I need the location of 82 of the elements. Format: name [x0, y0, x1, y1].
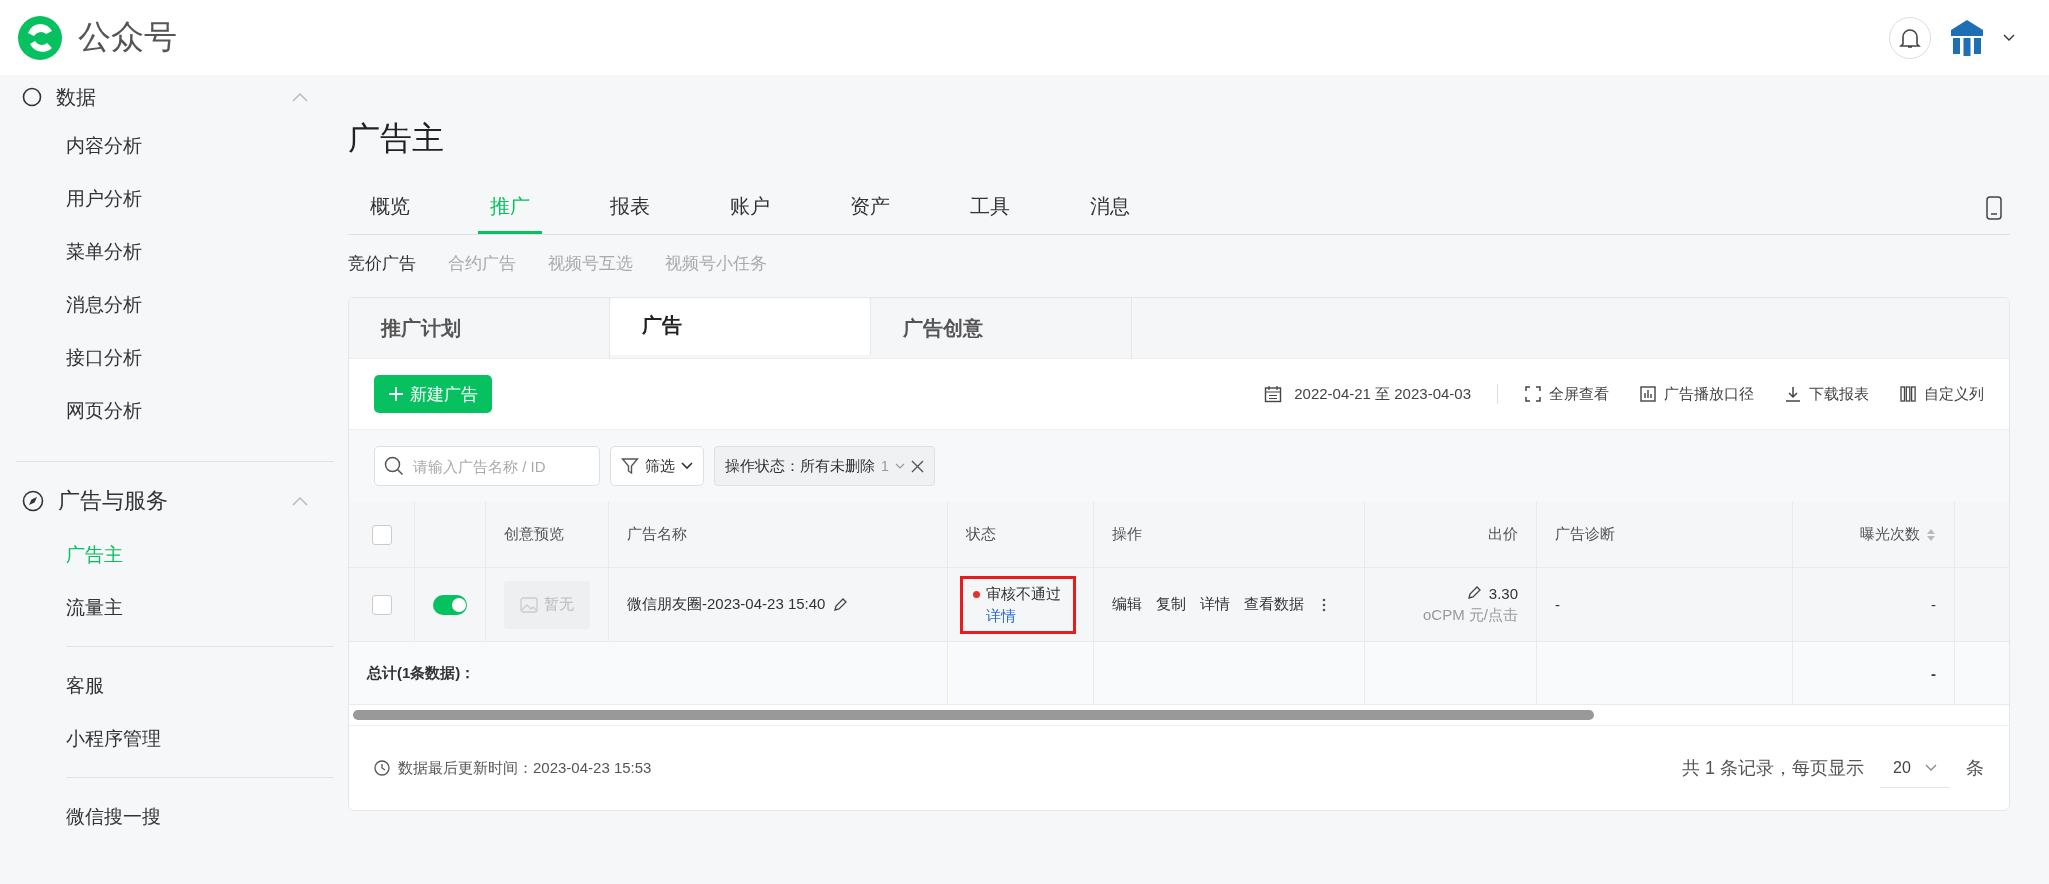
filter-chip-label[interactable]: 操作状态：所有未删除: [725, 456, 875, 476]
sidebar-item[interactable]: 内容分析: [16, 119, 334, 172]
record-summary: 共 1 条记录，每页显示: [1682, 757, 1864, 780]
sidebar-item[interactable]: 流量主: [16, 581, 334, 634]
bell-icon[interactable]: [1889, 16, 1931, 59]
column-header: 广告诊断: [1555, 525, 1615, 544]
filter-icon: [621, 457, 639, 475]
details-link[interactable]: 详情: [973, 606, 1061, 626]
sidebar-item[interactable]: 菜单分析: [16, 225, 334, 278]
phone-icon[interactable]: [1986, 196, 2002, 220]
pencil-icon[interactable]: [833, 597, 848, 612]
tab[interactable]: 资产: [850, 182, 890, 234]
clock-icon: [374, 760, 390, 776]
plus-icon: [388, 386, 404, 402]
page-size-unit: 条: [1966, 757, 1984, 780]
tab[interactable]: 账户: [730, 182, 770, 234]
total-label: 总计(1条数据)：: [367, 663, 476, 683]
toolbar-action[interactable]: 自定义列: [1899, 384, 1984, 404]
page-size-select[interactable]: 20: [1880, 748, 1950, 788]
filter-chip-count: 1: [881, 458, 889, 474]
total-impressions: -: [1931, 664, 1936, 682]
logo-icon: [16, 13, 64, 62]
row-action-link[interactable]: 复制: [1156, 595, 1186, 614]
column-header: 状态: [966, 525, 996, 544]
fullscreen-icon: [1524, 385, 1542, 403]
toolbar-action[interactable]: 下载报表: [1784, 384, 1869, 404]
sidebar-item[interactable]: 网页分析: [16, 384, 334, 437]
diagnosis-value: -: [1555, 596, 1560, 613]
column-header: 创意预览: [504, 525, 564, 544]
bid-value: 3.30: [1488, 584, 1518, 602]
sidebar-item[interactable]: 小程序管理: [16, 712, 334, 765]
sidebar-section-title[interactable]: 广告与服务: [58, 486, 168, 516]
columns-icon: [1899, 385, 1917, 403]
status-text: 审核不通过: [986, 584, 1061, 604]
image-icon: [520, 596, 538, 613]
filter-dropdown[interactable]: 筛选: [610, 446, 704, 486]
caret-icon[interactable]: [2003, 33, 2015, 42]
chevron-icon: [681, 462, 693, 470]
select-all-checkbox[interactable]: [371, 524, 392, 545]
sidebar-item[interactable]: 用户分析: [16, 172, 334, 225]
calendar-icon[interactable]: [1264, 385, 1283, 403]
toolbar-action[interactable]: 广告播放口径: [1639, 384, 1754, 404]
toolbar-action[interactable]: 全屏查看: [1524, 384, 1609, 404]
chevron-icon: [1924, 763, 1937, 772]
column-header: 出价: [1488, 525, 1518, 544]
tab[interactable]: 消息: [1090, 182, 1130, 234]
column-header[interactable]: 曝光次数: [1860, 525, 1920, 544]
search-field[interactable]: 请输入广告名称 / ID: [374, 446, 600, 486]
sidebar-item[interactable]: 接口分析: [16, 331, 334, 384]
app-name: 公众号: [78, 17, 177, 57]
sidebar-item[interactable]: 客服: [16, 659, 334, 712]
date-range[interactable]: 2022-04-21 至 2023-04-03: [1294, 384, 1471, 404]
card-tab[interactable]: 广告: [610, 298, 871, 355]
search-icon: [384, 456, 404, 476]
tab[interactable]: 概览: [370, 182, 410, 234]
ad-name: 微信朋友圈-2023-04-23 15:40: [627, 595, 826, 614]
column-header: 广告名称: [627, 525, 687, 544]
tab[interactable]: 报表: [610, 182, 650, 234]
download-icon: [1784, 385, 1802, 403]
toggle-switch[interactable]: [433, 594, 467, 615]
sidebar-item[interactable]: 微信搜一搜: [16, 790, 334, 843]
row-action-link[interactable]: 编辑: [1112, 595, 1142, 614]
pencil-icon[interactable]: [1466, 586, 1481, 600]
close-icon[interactable]: [910, 459, 924, 473]
impressions-value: -: [1931, 596, 1936, 613]
bid-unit: oCPM 元/点击: [1423, 605, 1518, 625]
page-title: 广告主: [348, 119, 445, 158]
subtab[interactable]: 竞价广告: [348, 251, 416, 275]
sidebar-item[interactable]: 消息分析: [16, 278, 334, 331]
circle-icon: [22, 87, 42, 107]
last-updated-text: 数据最后更新时间：2023-04-23 15:53: [398, 758, 652, 778]
sidebar-section-title[interactable]: 数据: [56, 83, 96, 111]
scrollbar[interactable]: [353, 710, 1594, 720]
row-action-link[interactable]: 查看数据: [1244, 595, 1304, 614]
tab[interactable]: 工具: [970, 182, 1010, 234]
bar-chart-icon: [1639, 385, 1657, 403]
row-action-link[interactable]: 详情: [1200, 595, 1230, 614]
compass-icon: [22, 490, 44, 512]
row-checkbox[interactable]: [371, 594, 392, 615]
avatar-icon[interactable]: [1949, 17, 1985, 58]
column-header: 操作: [1112, 525, 1142, 544]
more-icon[interactable]: [1322, 597, 1326, 612]
